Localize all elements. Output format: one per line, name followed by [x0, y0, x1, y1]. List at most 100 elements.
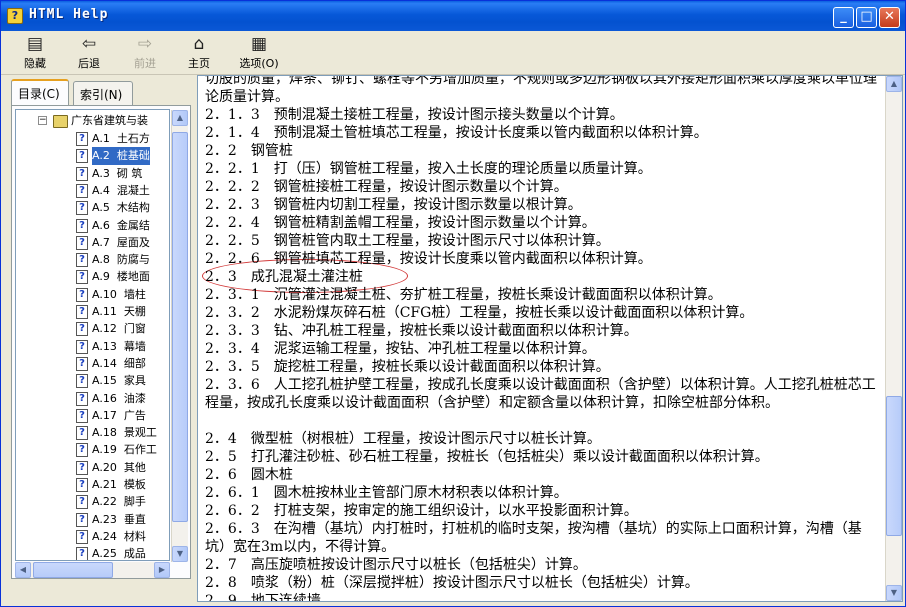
content-paragraph: 2．6 圆木桩 [205, 467, 293, 483]
close-button[interactable]: ✕ [879, 7, 900, 28]
tree-item-label: A.4 混凝土 [92, 182, 150, 200]
tree-item[interactable]: ? A.19 石作工 [16, 441, 169, 459]
maximize-button[interactable]: □ [856, 7, 877, 28]
tree-item[interactable]: ? A.5 木结构 [16, 199, 169, 217]
tree-item-code: A.19 [92, 443, 117, 457]
tree-item[interactable]: ? A.23 垂直 [16, 511, 169, 529]
tree-item-title: 土石方 [116, 132, 150, 145]
content-paragraph: 2．6．1 圆木桩按林业主管部门原木材积表以体积计算。 [205, 485, 568, 501]
tree-item[interactable]: ? A.6 金属结 [16, 217, 169, 235]
help-page-icon: ? [76, 201, 88, 216]
scroll-down-icon[interactable]: ▼ [172, 546, 188, 562]
scroll-left-icon[interactable]: ◀ [15, 562, 31, 578]
toolbar: ▤ 隐藏 ⇦ 后退 ⇨ 前进 ⌂ 主页 ▦ 选项(O) [1, 31, 905, 75]
content-paragraph: 2．1．4 预制混凝土管桩填芯工程量，按设计长度乘以管内截面积以体积计算。 [205, 125, 708, 141]
tree-item[interactable]: ? A.1 土石方 [16, 130, 169, 148]
tree-item[interactable]: ? A.8 防腐与 [16, 251, 169, 269]
hide-label: 隐藏 [24, 57, 46, 70]
tree-root-row[interactable]: − 广东省建筑与装 [16, 112, 169, 130]
tree-item[interactable]: ? A.25 成品 [16, 545, 169, 560]
tree-item-title: 木结构 [116, 201, 150, 215]
tree-item-code: A.9 [92, 270, 110, 284]
back-arrow-icon: ⇦ [81, 34, 97, 54]
tab-index[interactable]: 索引(N) [73, 81, 133, 105]
content-paragraph: 2．3．6 人工挖孔桩护壁工程量，按成孔长度乘以设计截面面积（含护壁）以体积计算… [205, 377, 876, 411]
toc-panel: − 广东省建筑与装 ? A.1 土石方? A.2 桩基础? A.3 砌 筑? A.4 混… [11, 105, 191, 579]
back-button[interactable]: ⇦ 后退 [63, 33, 115, 73]
tree-hscroll-thumb[interactable] [33, 562, 113, 578]
help-page-icon: ? [76, 356, 88, 371]
content-paragraph: 2．1．3 预制混凝土接桩工程量，按设计图示接头数量以个计算。 [205, 107, 624, 123]
forward-button[interactable]: ⇨ 前进 [119, 33, 171, 73]
tree-item[interactable]: ? A.11 天棚 [16, 303, 169, 321]
tree-item-label: A.2 桩基础 [92, 147, 150, 166]
tree-item-label: A.18 景观工 [92, 424, 157, 442]
tree-item[interactable]: ? A.20 其他 [16, 459, 169, 477]
tree-item-code: A.13 [92, 339, 117, 353]
content-scroll-down-icon[interactable]: ▼ [886, 585, 902, 601]
tree-item[interactable]: ? A.7 屋面及 [16, 234, 169, 252]
help-page-icon: ? [76, 132, 88, 146]
tree-item[interactable]: ? A.16 油漆 [16, 390, 169, 408]
tree-item-code: A.10 [92, 287, 117, 301]
tree-item[interactable]: ? A.13 幕墙 [16, 338, 169, 356]
tree-item[interactable]: ? A.15 家具 [16, 372, 169, 390]
tree-horizontal-scrollbar[interactable]: ◀ ▶ [15, 562, 170, 578]
tree-item[interactable]: ? A.9 楼地面 [16, 268, 169, 286]
title-bar[interactable]: ? HTML Help _ □ ✕ [1, 1, 905, 31]
tree-root-label: 广东省建筑与装 [71, 114, 148, 127]
home-label: 主页 [188, 57, 210, 70]
help-page-icon: ? [76, 408, 88, 423]
content-paragraph: 2．2．4 钢管桩精割盖帽工程量，按设计图示数量以个计算。 [205, 215, 596, 231]
content-paragraph: 2．3 成孔混凝土灌注桩 [205, 269, 363, 285]
collapse-icon[interactable]: − [38, 116, 47, 125]
content-paragraph: 2．8 喷浆（粉）桩（深层搅拌桩）按设计图示尺寸以桩长（包括桩尖）计算。 [205, 575, 699, 591]
tree-vertical-scrollbar[interactable]: ▲ ▼ [171, 110, 188, 562]
tree-item[interactable]: ? A.17 广告 [16, 407, 169, 425]
tree-item-title: 家具 [123, 374, 146, 388]
tree-item[interactable]: ? A.2 桩基础 [16, 147, 169, 166]
tree-item[interactable]: ? A.22 脚手 [16, 493, 169, 511]
content-paragraph: 2．2 钢管桩 [205, 143, 293, 159]
tree-item-code: A.6 [92, 218, 110, 232]
tree-item[interactable]: ? A.21 模板 [16, 476, 169, 494]
options-label: 选项(O) [239, 57, 279, 70]
home-button[interactable]: ⌂ 主页 [173, 33, 225, 73]
tree-item[interactable]: ? A.18 景观工 [16, 424, 169, 442]
tree-item-title: 屋面及 [116, 235, 150, 249]
tree-item-label: A.10 墙柱 [92, 286, 146, 304]
tree-item-title: 桩基础 [116, 149, 150, 163]
tree-item-code: A.18 [92, 426, 117, 440]
tree-item[interactable]: ? A.10 墙柱 [16, 286, 169, 304]
tree-item[interactable]: ? A.14 细部 [16, 355, 169, 373]
options-button[interactable]: ▦ 选项(O) [229, 33, 289, 73]
content-scroll-thumb[interactable] [886, 396, 902, 536]
tree-item-label: A.13 幕墙 [92, 338, 146, 356]
tree-item-code: A.23 [92, 512, 117, 526]
scroll-right-icon[interactable]: ▶ [154, 562, 170, 578]
content-paragraph: 2．3．4 泥浆运输工程量，按钻、冲孔桩工程量以体积计算。 [205, 341, 596, 357]
tree-item[interactable]: ? A.4 混凝土 [16, 182, 169, 200]
content-scroll-up-icon[interactable]: ▲ [886, 76, 902, 92]
tree-item[interactable]: ? A.3 砌 筑 [16, 165, 169, 183]
scroll-up-icon[interactable]: ▲ [172, 110, 188, 126]
tree-item-code: A.11 [92, 305, 117, 318]
tree-item-code: A.24 [92, 529, 117, 543]
tree-item-title: 砌 筑 [116, 166, 143, 180]
hide-button[interactable]: ▤ 隐藏 [9, 33, 61, 73]
minimize-button[interactable]: _ [833, 7, 854, 28]
help-page-icon: ? [76, 426, 88, 441]
tree-item-label: A.14 细部 [92, 355, 146, 373]
tree-item-code: A.8 [92, 253, 110, 267]
tree-item-title: 其他 [123, 460, 146, 474]
help-page-icon: ? [76, 478, 88, 492]
tab-contents[interactable]: 目录(C) [11, 79, 69, 106]
content-paragraph: 2．3．2 水泥粉煤灰碎石桩（CFG桩）工程量，按桩长乘以设计截面面积以体积计算… [205, 305, 754, 321]
help-page-icon: ? [76, 529, 88, 544]
tree-item[interactable]: ? A.24 材料 [16, 528, 169, 546]
content-vertical-scrollbar[interactable]: ▲ ▼ [885, 76, 902, 601]
tree-scroll-thumb[interactable] [172, 132, 188, 522]
tree-item[interactable]: ? A.12 门窗 [16, 320, 169, 338]
tree-item-label: A.23 垂直 [92, 511, 146, 529]
help-page-icon: ? [76, 305, 88, 319]
